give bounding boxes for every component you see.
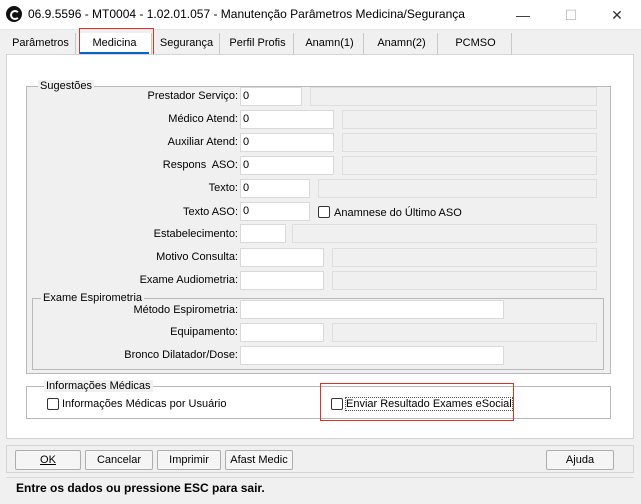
audiometria-label: Exame Audiometria: (139, 274, 238, 286)
tab-parametros[interactable]: Parâmetros (6, 33, 76, 54)
tab-perfil-profis[interactable]: Perfil Profis (222, 33, 294, 54)
respons-input[interactable]: 0 (240, 156, 334, 175)
help-button[interactable]: Ajuda (546, 450, 614, 470)
medico-label: Médico Atend: (168, 113, 238, 125)
minimize-button[interactable]: — (500, 0, 546, 30)
respons-description (342, 156, 597, 175)
maximize-button[interactable]: ☐ (548, 0, 594, 30)
metodo-input[interactable] (240, 300, 504, 319)
window-title: 06.9.5596 - MT0004 - 1.02.01.057 - Manut… (28, 7, 465, 21)
espirometria-title: Exame Espirometria (41, 292, 145, 304)
auxiliar-description (342, 133, 597, 152)
bronco-label: Bronco Dilatador/Dose: (124, 349, 238, 361)
esocial-checkbox-label: Enviar Resultado Exames eSocial (345, 397, 513, 411)
texto-description (318, 179, 597, 198)
metodo-label: Método Espirometria: (133, 304, 238, 316)
tab-anamn-1[interactable]: Anamn(1) (296, 33, 364, 54)
auxiliar-input[interactable]: 0 (240, 133, 334, 152)
ok-button[interactable]: OK (15, 450, 81, 470)
equipamento-input[interactable] (240, 323, 324, 342)
estabelecimento-input[interactable] (240, 224, 286, 243)
print-button[interactable]: Imprimir (157, 450, 221, 470)
medico-input[interactable]: 0 (240, 110, 334, 129)
bronco-input[interactable] (240, 346, 504, 365)
audiometria-description (332, 271, 597, 290)
close-button[interactable]: ✕ (594, 0, 640, 30)
esocial-checkbox[interactable] (331, 398, 343, 410)
tab-medicina[interactable]: Medicina (78, 33, 152, 54)
sugestoes-title: Sugestões (38, 80, 94, 92)
informacoes-por-usuario-checkbox[interactable] (47, 398, 59, 410)
equipamento-description (332, 323, 597, 342)
anamnese-checkbox-label: Anamnese do Último ASO (334, 207, 462, 219)
equipamento-label: Equipamento: (170, 326, 238, 338)
tab-anamn-2[interactable]: Anamn(2) (366, 33, 438, 54)
motivo-input[interactable] (240, 248, 324, 267)
respons-label: Respons ASO: (162, 159, 238, 171)
audiometria-input[interactable] (240, 271, 324, 290)
estabelecimento-label: Estabelecimento: (153, 228, 238, 240)
prestador-input[interactable]: 0 (240, 87, 302, 106)
informacoes-title: Informações Médicas (44, 380, 153, 392)
tab-pcmso[interactable]: PCMSO (440, 33, 512, 54)
estabelecimento-description (292, 224, 597, 243)
prestador-label: Prestador Serviço: (147, 90, 238, 102)
motivo-description (332, 248, 597, 267)
informacoes-por-usuario-label: Informações Médicas por Usuário (62, 398, 227, 410)
prestador-description (310, 87, 597, 106)
afast-medic-button[interactable]: Afast Medic (225, 450, 293, 470)
tab-seguranca[interactable]: Segurança (154, 33, 220, 54)
texto-aso-label: Texto ASO: (182, 206, 238, 218)
texto-aso-input[interactable]: 0 (240, 202, 310, 221)
medico-description (342, 110, 597, 129)
tab-strip: Parâmetros Medicina Segurança Perfil Pro… (6, 33, 512, 54)
texto-input[interactable]: 0 (240, 179, 310, 198)
cancel-button[interactable]: Cancelar (85, 450, 153, 470)
app-logo-icon (6, 6, 22, 22)
status-message: Entre os dados ou pressione ESC para sai… (16, 481, 265, 495)
texto-label: Texto: (208, 182, 238, 194)
anamnese-checkbox[interactable] (318, 206, 330, 218)
motivo-label: Motivo Consulta: (156, 251, 238, 263)
auxiliar-label: Auxiliar Atend: (167, 136, 238, 148)
